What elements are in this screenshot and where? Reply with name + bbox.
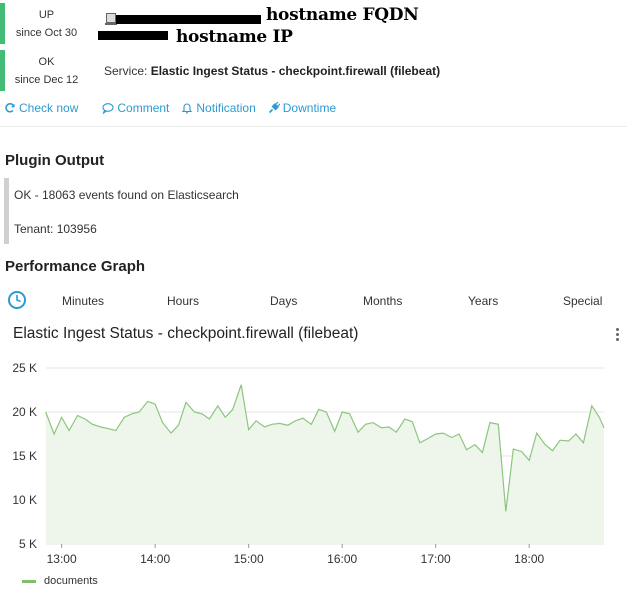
x-tick-label: 13:00 bbox=[47, 552, 77, 566]
chart-legend[interactable]: documents bbox=[22, 575, 98, 587]
x-axis-ticks: 13:00 14:00 15:00 16:00 17:00 18:00 bbox=[47, 544, 545, 566]
check-now-link[interactable]: Check now bbox=[4, 101, 78, 115]
performance-graph-title: Performance Graph bbox=[5, 258, 146, 275]
host-since: since Oct 30 bbox=[15, 26, 78, 39]
clock-icon[interactable] bbox=[7, 290, 27, 310]
plugin-output-title: Plugin Output bbox=[5, 152, 105, 169]
service-state: OK bbox=[38, 55, 55, 68]
y-tick-label: 20 K bbox=[12, 405, 37, 419]
service-status-row[interactable]: OK since Dec 12 Service: Elastic Ingest … bbox=[0, 50, 627, 91]
notification-link[interactable]: Notification bbox=[181, 101, 256, 115]
service-name: Elastic Ingest Status - checkpoint.firew… bbox=[150, 63, 441, 78]
range-minutes[interactable]: Minutes bbox=[62, 294, 104, 308]
x-tick-label: 18:00 bbox=[514, 552, 544, 566]
plug-icon bbox=[268, 102, 280, 114]
header-divider bbox=[0, 126, 627, 127]
x-tick-label: 16:00 bbox=[327, 552, 357, 566]
computer-icon bbox=[105, 13, 117, 25]
service-state-badge: OK since Dec 12 bbox=[0, 50, 88, 91]
plugin-output-line-2: Tenant: 103956 bbox=[14, 222, 97, 236]
host-state: UP bbox=[38, 8, 55, 21]
x-tick-label: 15:00 bbox=[234, 552, 264, 566]
downtime-link[interactable]: Downtime bbox=[268, 101, 336, 115]
y-tick-label: 10 K bbox=[12, 493, 37, 507]
plugin-output-line-1: OK - 18063 events found on Elasticsearch bbox=[14, 188, 239, 202]
refresh-icon bbox=[5, 103, 15, 113]
documents-area bbox=[45, 384, 604, 544]
chart-menu-icon[interactable] bbox=[613, 327, 621, 343]
service-since: since Dec 12 bbox=[14, 73, 79, 86]
y-axis-ticks: 5 K 10 K 15 K 20 K 25 K bbox=[12, 361, 37, 551]
host-info: hostname FQDN hostname IP bbox=[88, 3, 608, 47]
legend-label-documents: documents bbox=[44, 575, 98, 587]
ip-redaction-label: hostname IP bbox=[176, 27, 293, 47]
plugin-output-box: OK - 18063 events found on Elasticsearch… bbox=[4, 178, 304, 244]
fqdn-redaction-label: hostname FQDN bbox=[266, 5, 419, 25]
time-range-selector: Minutes Hours Days Months Years Special bbox=[0, 290, 627, 312]
range-special[interactable]: Special bbox=[563, 294, 602, 308]
host-status-row[interactable]: UP since Oct 30 hostname FQDN hostname I… bbox=[0, 3, 627, 47]
range-days[interactable]: Days bbox=[270, 294, 297, 308]
host-state-badge: UP since Oct 30 bbox=[0, 3, 88, 44]
comment-icon bbox=[102, 103, 114, 114]
ip-redaction bbox=[98, 31, 168, 40]
range-hours[interactable]: Hours bbox=[167, 294, 199, 308]
fqdn-redaction bbox=[116, 15, 261, 24]
x-tick-label: 17:00 bbox=[421, 552, 451, 566]
y-tick-label: 15 K bbox=[12, 449, 37, 463]
range-months[interactable]: Months bbox=[363, 294, 402, 308]
performance-chart: 5 K 10 K 15 K 20 K 25 K 13:00 14:00 15:00 16:00… bbox=[12, 361, 605, 566]
chart-title: Elastic Ingest Status - checkpoint.firew… bbox=[13, 325, 359, 342]
y-tick-label: 25 K bbox=[12, 361, 37, 375]
service-prefix: Service: bbox=[104, 63, 148, 78]
action-bar: Check now Comment Notification Downtime bbox=[4, 101, 336, 115]
x-tick-label: 14:00 bbox=[140, 552, 170, 566]
comment-link[interactable]: Comment bbox=[102, 101, 169, 115]
legend-swatch bbox=[22, 579, 36, 583]
bell-icon bbox=[182, 103, 193, 114]
range-years[interactable]: Years bbox=[468, 294, 498, 308]
service-label: Service: Elastic Ingest Status - checkpo… bbox=[104, 64, 440, 78]
y-tick-label: 5 K bbox=[19, 537, 37, 551]
